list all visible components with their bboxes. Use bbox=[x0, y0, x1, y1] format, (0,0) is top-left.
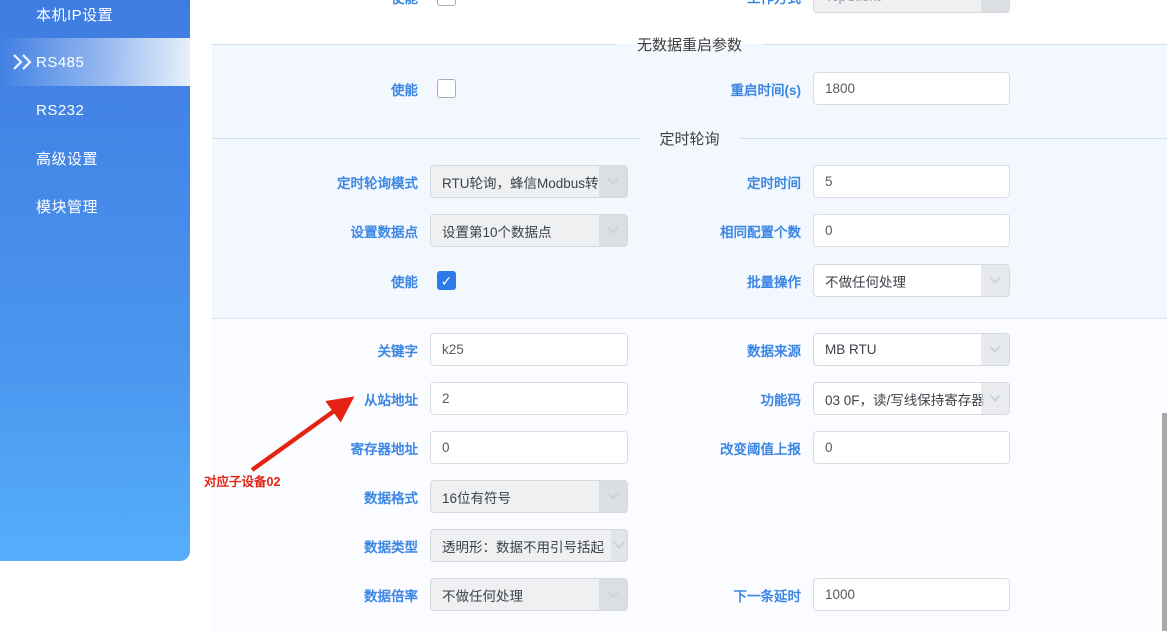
work-mode-select[interactable]: TcpClient bbox=[813, 0, 1010, 13]
enable-checkbox-top[interactable] bbox=[437, 0, 456, 6]
data-ratio-select[interactable]: 不做任何处理 bbox=[430, 578, 628, 611]
data-type-label: 数据类型 bbox=[212, 536, 430, 556]
row-restart: 使能 重启时间(s) bbox=[212, 72, 1167, 105]
next-delay-input[interactable] bbox=[813, 578, 1010, 611]
datapoint-label: 设置数据点 bbox=[212, 221, 430, 241]
sidebar-item-label: 高级设置 bbox=[36, 148, 98, 169]
poll-time-label: 定时时间 bbox=[628, 172, 813, 192]
row-data-ratio: 数据倍率 不做任何处理 下一条延时 bbox=[212, 578, 1167, 611]
row-batch: 使能 ✓ 批量操作 不做任何处理 bbox=[212, 264, 1167, 297]
restart-time-label: 重启时间(s) bbox=[628, 79, 813, 99]
sidebar-item-rs485[interactable]: RS485 bbox=[0, 38, 190, 86]
sidebar-item-label: 模块管理 bbox=[36, 196, 98, 217]
same-config-label: 相同配置个数 bbox=[628, 221, 813, 241]
double-chevron-right-icon bbox=[12, 54, 34, 70]
section-title-restart: 无数据重启参数 bbox=[637, 34, 742, 55]
same-config-input[interactable] bbox=[813, 214, 1010, 247]
data-source-label: 数据来源 bbox=[628, 340, 813, 360]
enable-label-top: 使能 bbox=[212, 0, 430, 7]
slave-address-input[interactable] bbox=[430, 382, 628, 415]
poll-mode-select[interactable]: RTU轮询，蜂信Modbus转JS bbox=[430, 165, 628, 198]
annotation-text: 对应子设备02 bbox=[204, 471, 280, 490]
row-slave: 从站地址 功能码 03 0F，读/写线保持寄存器 bbox=[212, 382, 1167, 415]
chevron-down-icon bbox=[981, 0, 1009, 12]
batch-select[interactable]: 不做任何处理 bbox=[813, 264, 1010, 297]
enable-checkbox-restart[interactable] bbox=[437, 79, 456, 98]
chevron-down-icon bbox=[981, 383, 1009, 414]
section-divider-restart: 无数据重启参数 bbox=[212, 33, 1167, 55]
sidebar-item-label: 本机IP设置 bbox=[36, 4, 113, 25]
sidebar: 本机IP设置 RS485 RS232 高级设置 模块管理 bbox=[0, 0, 190, 561]
slave-address-label: 从站地址 bbox=[212, 389, 430, 409]
threshold-label: 改变阈值上报 bbox=[628, 438, 813, 458]
row-work-mode: 使能 工作方式 TcpClient bbox=[212, 0, 1167, 13]
chevron-down-icon bbox=[599, 579, 627, 610]
work-mode-label: 工作方式 bbox=[628, 0, 813, 7]
chevron-down-icon bbox=[611, 530, 627, 561]
batch-label: 批量操作 bbox=[628, 271, 813, 291]
sidebar-item-module[interactable]: 模块管理 bbox=[0, 182, 190, 230]
chevron-down-icon bbox=[981, 334, 1009, 365]
restart-time-input[interactable] bbox=[813, 72, 1010, 105]
enable-checkbox-poll[interactable]: ✓ bbox=[437, 271, 456, 290]
sidebar-item-label: RS485 bbox=[36, 54, 84, 71]
row-datapoint: 设置数据点 设置第10个数据点 相同配置个数 bbox=[212, 214, 1167, 247]
divider-line bbox=[212, 318, 1167, 319]
keyword-input[interactable] bbox=[430, 333, 628, 366]
section-divider-poll: 定时轮询 bbox=[212, 127, 1167, 149]
chevron-down-icon bbox=[599, 481, 627, 512]
sidebar-item-label: RS232 bbox=[36, 102, 84, 119]
enable-label-poll: 使能 bbox=[212, 271, 430, 291]
row-keyword: 关键字 数据来源 MB RTU bbox=[212, 333, 1167, 366]
data-source-select[interactable]: MB RTU bbox=[813, 333, 1010, 366]
enable-label-restart: 使能 bbox=[212, 79, 430, 99]
row-data-type: 数据类型 透明形：数据不用引号括起 bbox=[212, 529, 1167, 562]
page: 本机IP设置 RS485 RS232 高级设置 模块管理 bbox=[0, 0, 1167, 631]
chevron-down-icon bbox=[599, 215, 627, 246]
register-address-input[interactable] bbox=[430, 431, 628, 464]
chevron-down-icon bbox=[981, 265, 1009, 296]
main-content: 使能 工作方式 TcpClient 无数据重启参数 使能 重启 bbox=[212, 0, 1167, 631]
row-register: 寄存器地址 改变阈值上报 bbox=[212, 431, 1167, 464]
keyword-label: 关键字 bbox=[212, 340, 430, 360]
section-title-poll: 定时轮询 bbox=[660, 128, 720, 149]
register-address-label: 寄存器地址 bbox=[212, 438, 430, 458]
poll-mode-label: 定时轮询模式 bbox=[212, 172, 430, 192]
data-format-select[interactable]: 16位有符号 bbox=[430, 480, 628, 513]
chevron-down-icon bbox=[599, 166, 627, 197]
next-delay-label: 下一条延时 bbox=[628, 585, 813, 605]
sidebar-item-advanced[interactable]: 高级设置 bbox=[0, 134, 190, 182]
function-code-label: 功能码 bbox=[628, 389, 813, 409]
data-type-select[interactable]: 透明形：数据不用引号括起 bbox=[430, 529, 628, 562]
datapoint-select[interactable]: 设置第10个数据点 bbox=[430, 214, 628, 247]
sidebar-item-rs232[interactable]: RS232 bbox=[0, 86, 190, 134]
sidebar-item-local-ip[interactable]: 本机IP设置 bbox=[0, 0, 190, 38]
poll-time-input[interactable] bbox=[813, 165, 1010, 198]
threshold-input[interactable] bbox=[813, 431, 1010, 464]
row-poll-mode: 定时轮询模式 RTU轮询，蜂信Modbus转JS 定时时间 bbox=[212, 165, 1167, 198]
sidebar-menu: 本机IP设置 RS485 RS232 高级设置 模块管理 bbox=[0, 0, 190, 230]
vertical-scrollbar-thumb[interactable] bbox=[1162, 413, 1167, 631]
data-ratio-label: 数据倍率 bbox=[212, 585, 430, 605]
row-data-format: 数据格式 16位有符号 bbox=[212, 480, 1167, 513]
function-code-select[interactable]: 03 0F，读/写线保持寄存器 bbox=[813, 382, 1010, 415]
